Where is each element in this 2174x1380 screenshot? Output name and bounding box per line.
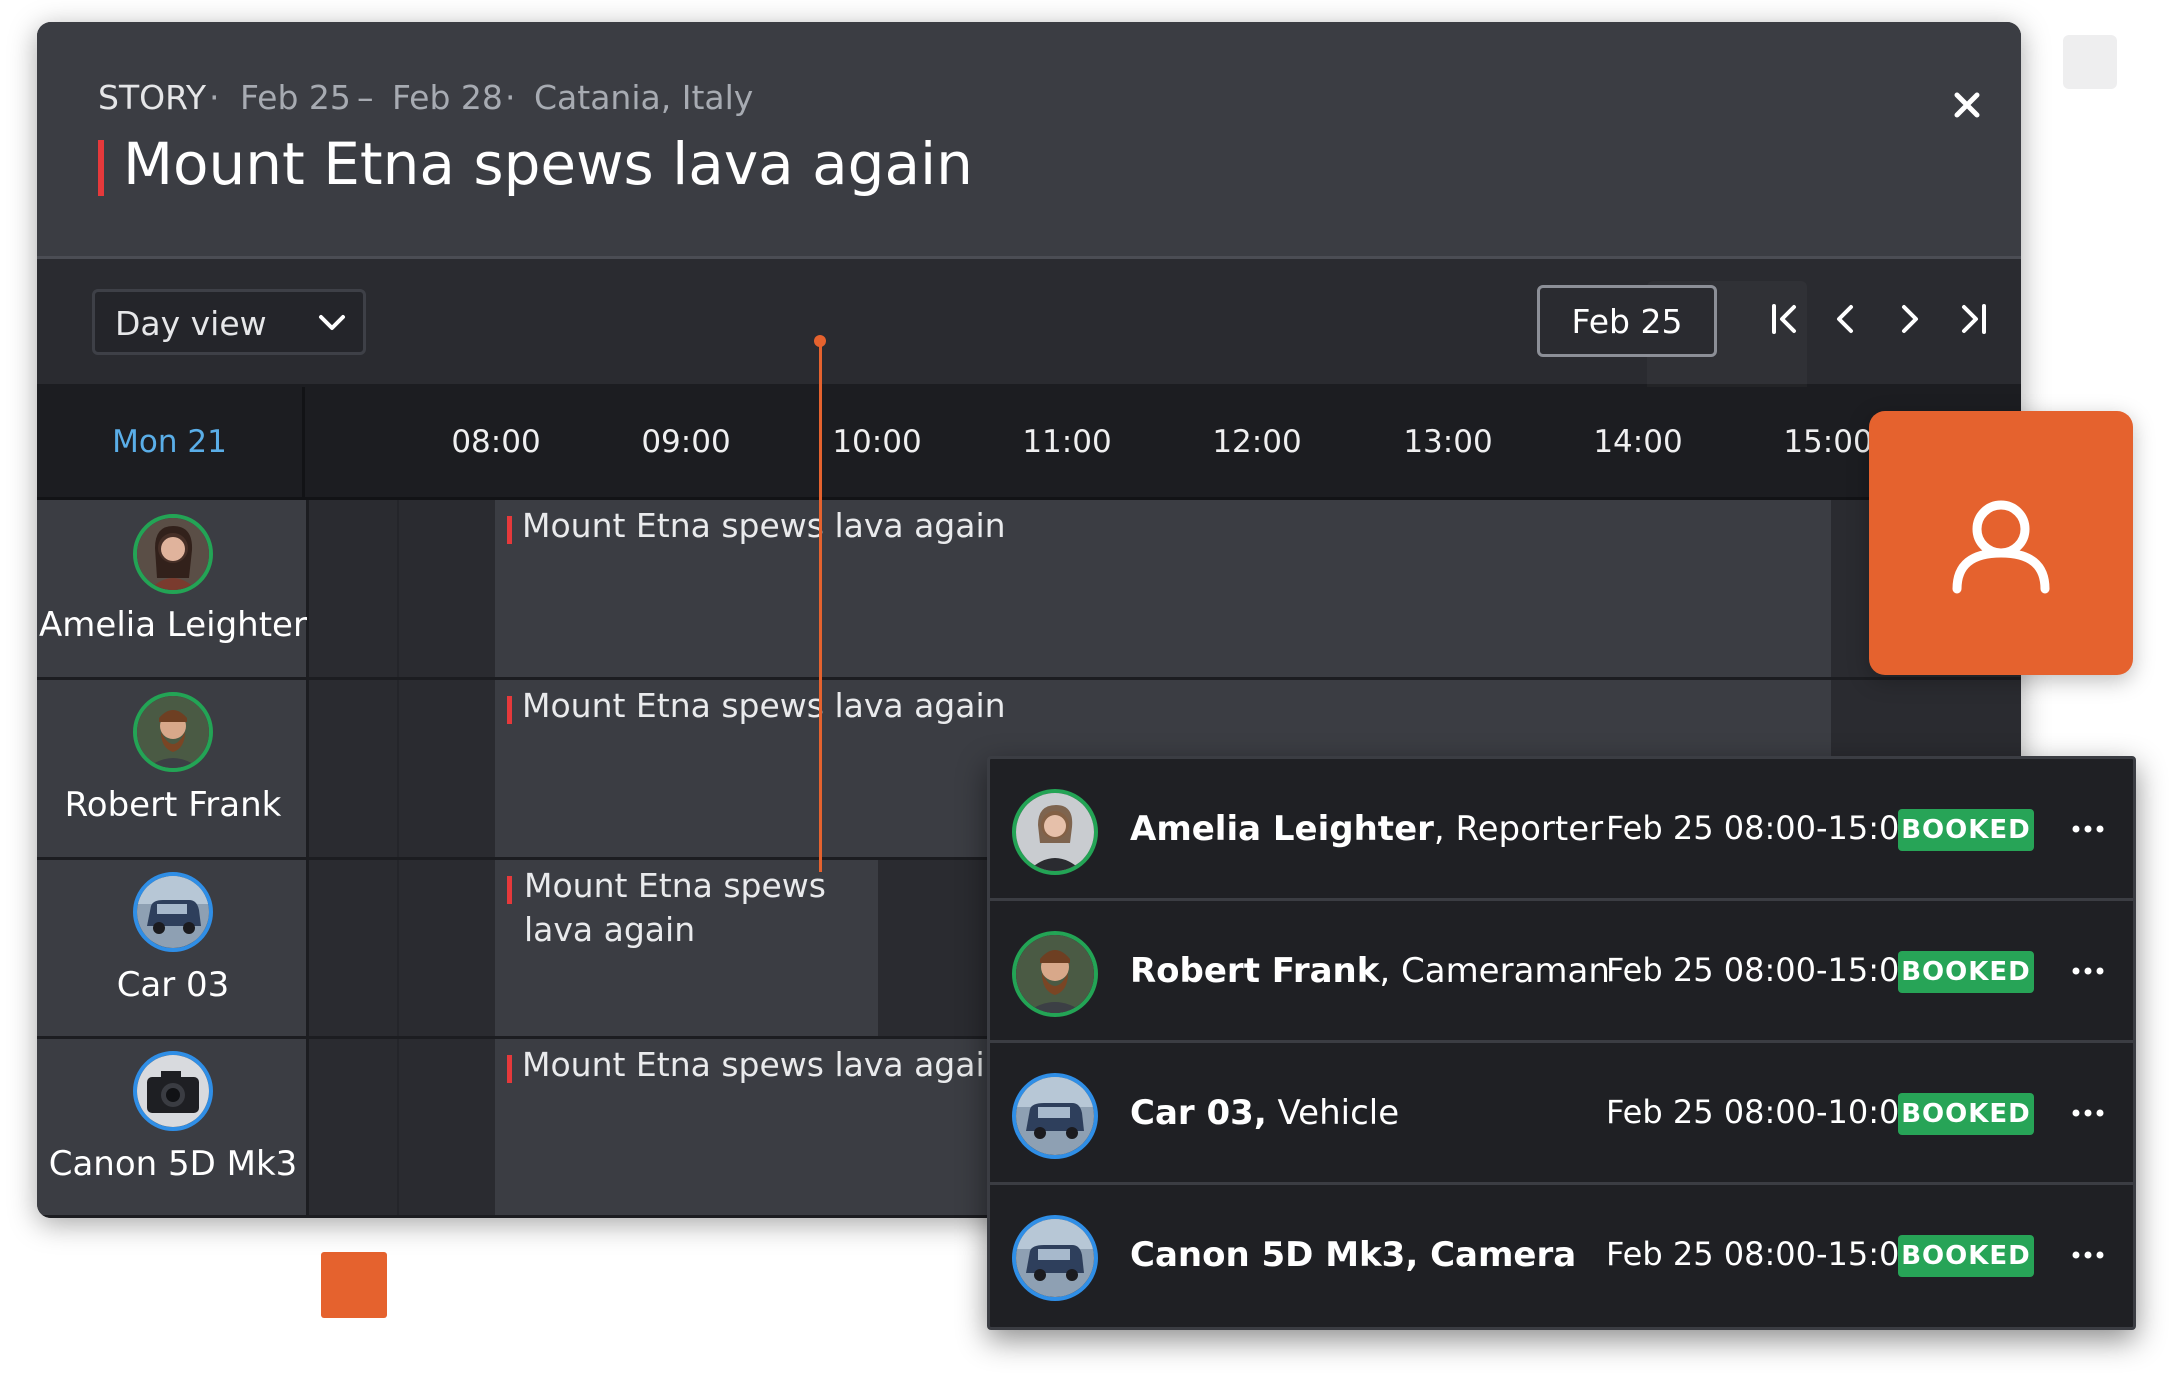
next-icon[interactable] bbox=[1892, 301, 1928, 337]
date-picker-label: Feb 25 bbox=[1571, 302, 1683, 341]
event-title: Mount Etna spews lava again bbox=[522, 686, 1006, 725]
event-block[interactable]: Mount Etna spews lava again bbox=[495, 500, 1831, 677]
hour-label: 14:00 bbox=[1593, 424, 1683, 460]
story-title: Mount Etna spews lava again bbox=[123, 130, 973, 198]
booking-row[interactable]: Canon 5D Mk3, Camera Feb 25 08:00-15:00 … bbox=[990, 1185, 2133, 1327]
resource-row-header[interactable]: Amelia Leighter bbox=[37, 500, 309, 680]
avatar bbox=[133, 1051, 213, 1131]
close-button[interactable] bbox=[1942, 80, 1992, 130]
event-accent-bar bbox=[507, 1055, 512, 1083]
event-block[interactable]: Mount Etna spews lava again bbox=[495, 860, 878, 1036]
event-title-line1: Mount Etna spews bbox=[524, 866, 826, 905]
lane-divider bbox=[397, 680, 399, 857]
first-page-icon[interactable] bbox=[1767, 301, 1803, 337]
avatar bbox=[133, 872, 213, 952]
person-tile[interactable] bbox=[1869, 411, 2133, 675]
view-select-label: Day view bbox=[115, 304, 267, 343]
story-date-from: Feb 25 bbox=[240, 78, 351, 117]
hour-label: 13:00 bbox=[1403, 424, 1493, 460]
booking-name: Robert Frank, Cameraman bbox=[1130, 951, 1610, 991]
event-title: Mount Etna spews lava again bbox=[522, 1045, 1006, 1084]
separator-dash: – bbox=[357, 78, 374, 117]
avatar bbox=[1012, 931, 1098, 1017]
decorative-gray-square bbox=[2063, 35, 2117, 89]
event-accent-bar bbox=[507, 876, 512, 904]
separator-dot: · bbox=[505, 78, 516, 117]
title-accent-bar bbox=[98, 140, 104, 196]
booking-row[interactable]: Amelia Leighter, Reporter Feb 25 08:00-1… bbox=[990, 759, 2133, 901]
event-accent-bar bbox=[507, 516, 512, 544]
status-badge: BOOKED bbox=[1898, 951, 2034, 993]
event-accent-bar bbox=[507, 696, 512, 724]
lane-divider bbox=[397, 500, 399, 677]
more-icon[interactable] bbox=[2068, 811, 2108, 847]
avatar bbox=[1012, 1215, 1098, 1301]
view-select[interactable]: Day view bbox=[92, 289, 366, 355]
resource-name: Car 03 bbox=[116, 965, 230, 1005]
last-page-icon[interactable] bbox=[1955, 301, 1991, 337]
booking-row[interactable]: Car 03, Vehicle Feb 25 08:00-10:00 BOOKE… bbox=[990, 1043, 2133, 1185]
booking-time: Feb 25 08:00-15:00 bbox=[1606, 809, 1920, 847]
decorative-orange-square bbox=[321, 1252, 387, 1318]
chevron-down-icon bbox=[319, 315, 345, 330]
hour-label: 12:00 bbox=[1212, 424, 1302, 460]
prev-icon[interactable] bbox=[1827, 301, 1863, 337]
hour-label: 11:00 bbox=[1022, 424, 1112, 460]
more-icon[interactable] bbox=[2068, 953, 2108, 989]
status-badge: BOOKED bbox=[1898, 1235, 2034, 1277]
story-location: Catania, Italy bbox=[534, 78, 754, 117]
booking-time: Feb 25 08:00-15:00 bbox=[1606, 1235, 1920, 1273]
resource-row-header[interactable]: Robert Frank bbox=[37, 680, 309, 860]
event-title: Mount Etna spews lava again bbox=[522, 506, 1006, 545]
separator-dot: · bbox=[209, 78, 220, 117]
lane-divider bbox=[397, 1039, 399, 1215]
lane-divider bbox=[397, 860, 399, 1036]
status-badge: BOOKED bbox=[1898, 1093, 2034, 1135]
calendar-toolbar: Day view Feb 25 bbox=[37, 259, 2021, 387]
day-label: Mon 21 bbox=[37, 387, 305, 497]
story-type-label: STORY bbox=[98, 78, 207, 117]
event-title-line2: lava again bbox=[524, 910, 696, 949]
booking-time: Feb 25 08:00-10:00 bbox=[1606, 1093, 1920, 1131]
current-time-line bbox=[819, 342, 822, 872]
story-date-to: Feb 28 bbox=[392, 78, 503, 117]
more-icon[interactable] bbox=[2068, 1095, 2108, 1131]
booking-time: Feb 25 08:00-15:00 bbox=[1606, 951, 1920, 989]
resource-lane: Mount Etna spews lava again bbox=[309, 500, 2021, 680]
story-header: STORY · Feb 25 – Feb 28 · Catania, Italy… bbox=[37, 22, 2021, 259]
hour-label: 08:00 bbox=[451, 424, 541, 460]
resource-row-header[interactable]: Canon 5D Mk3 bbox=[37, 1039, 309, 1218]
avatar bbox=[1012, 1073, 1098, 1159]
avatar bbox=[1012, 789, 1098, 875]
booking-row[interactable]: Robert Frank, Cameraman Feb 25 08:00-15:… bbox=[990, 901, 2133, 1043]
resource-name: Robert Frank bbox=[64, 785, 282, 825]
timeline-header: Mon 21 08:00 09:00 10:00 11:00 12:00 13:… bbox=[37, 387, 2021, 500]
status-badge: BOOKED bbox=[1898, 809, 2034, 851]
resource-row-header[interactable]: Car 03 bbox=[37, 860, 309, 1039]
person-icon bbox=[1952, 500, 2050, 594]
close-icon bbox=[1954, 92, 1980, 118]
hour-label: 09:00 bbox=[641, 424, 731, 460]
hour-label: 10:00 bbox=[832, 424, 922, 460]
more-icon[interactable] bbox=[2068, 1237, 2108, 1273]
avatar bbox=[133, 692, 213, 772]
date-picker-button[interactable]: Feb 25 bbox=[1537, 285, 1717, 357]
avatar bbox=[133, 514, 213, 594]
resource-name: Canon 5D Mk3 bbox=[48, 1144, 298, 1184]
booking-name: Amelia Leighter, Reporter bbox=[1130, 809, 1604, 849]
resource-name: Amelia Leighter bbox=[39, 605, 307, 645]
booking-name: Car 03, Vehicle bbox=[1130, 1093, 1400, 1133]
booking-name: Canon 5D Mk3, Camera bbox=[1130, 1235, 1577, 1275]
booking-list-panel: Amelia Leighter, Reporter Feb 25 08:00-1… bbox=[987, 756, 2136, 1330]
